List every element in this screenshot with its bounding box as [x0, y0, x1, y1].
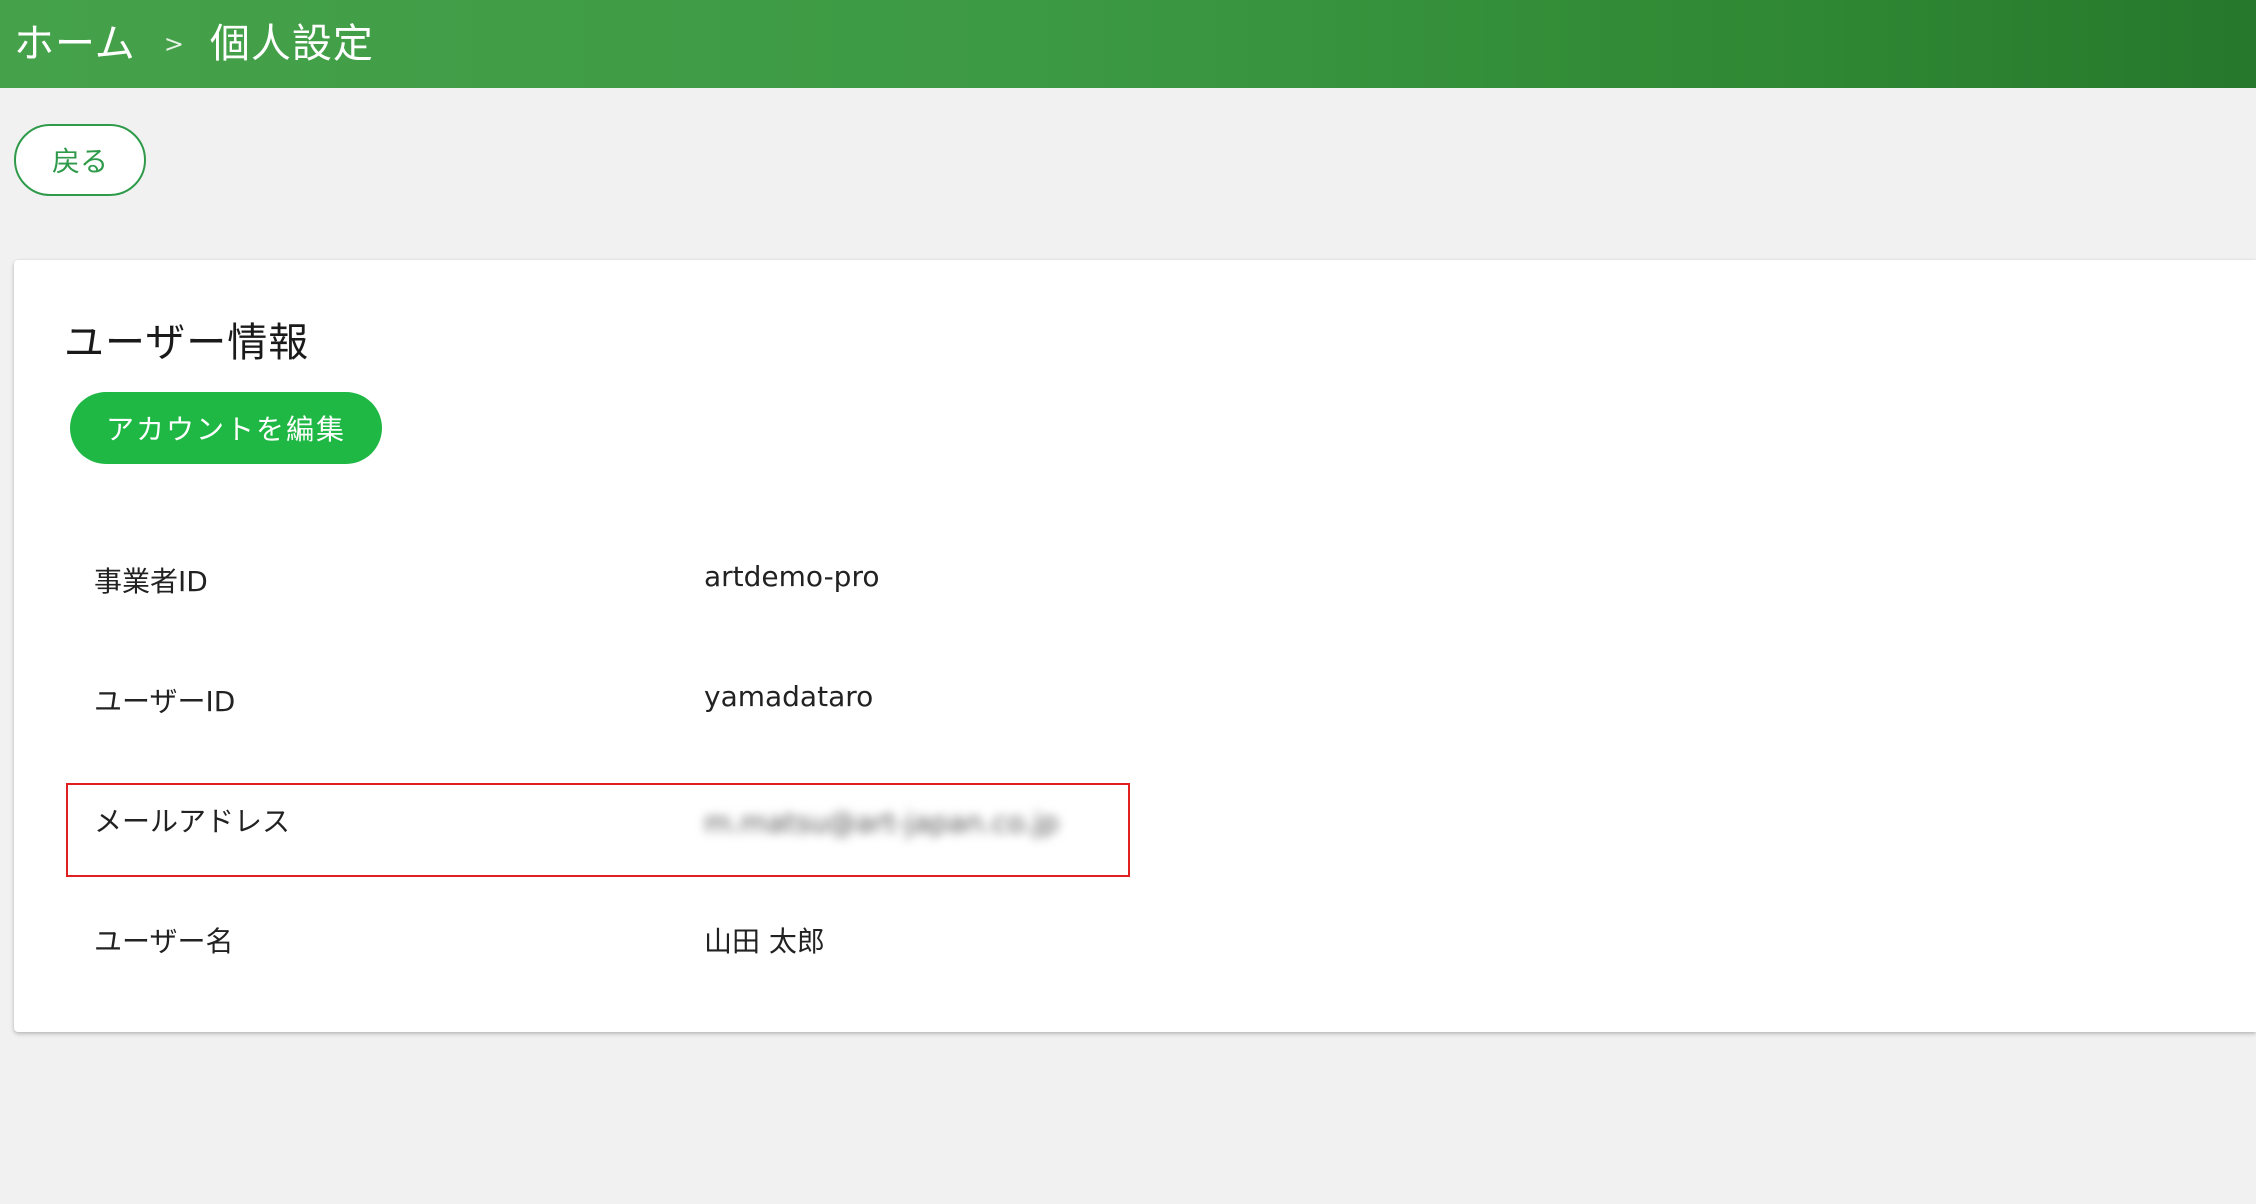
- row-label-user-name: ユーザー名: [94, 925, 234, 958]
- row-value-user-id: yamadataro: [704, 680, 874, 713]
- row-label-business-id: 事業者ID: [94, 565, 208, 598]
- row-value-user-name: 山田 太郎: [704, 925, 825, 958]
- breadcrumb-current: 個人設定: [209, 21, 374, 67]
- row-label-email: メールアドレス: [94, 805, 291, 838]
- row-label-user-id: ユーザーID: [94, 685, 236, 718]
- edit-account-button[interactable]: アカウントを編集: [70, 392, 382, 464]
- breadcrumb-home[interactable]: ホーム: [14, 24, 136, 64]
- breadcrumb-separator: >: [163, 30, 184, 58]
- top-header: ホーム > 個人設定: [0, 0, 2256, 88]
- user-info-card: ユーザー情報 アカウントを編集 事業者ID artdemo-pro ユーザーID…: [14, 260, 2256, 1032]
- row-value-email: m.matsu@art-japan.co.jp: [704, 806, 1059, 839]
- card-title: ユーザー情報: [64, 320, 310, 366]
- back-button[interactable]: 戻る: [14, 124, 146, 196]
- row-value-business-id: artdemo-pro: [704, 560, 880, 593]
